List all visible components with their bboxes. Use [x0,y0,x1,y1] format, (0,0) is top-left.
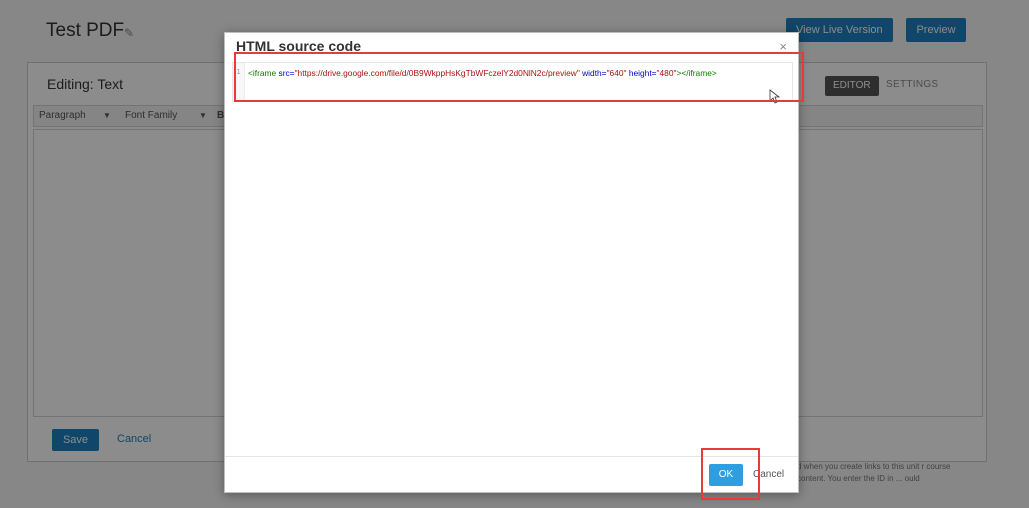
highlight-box-code [234,52,804,102]
highlight-box-ok [701,448,760,500]
